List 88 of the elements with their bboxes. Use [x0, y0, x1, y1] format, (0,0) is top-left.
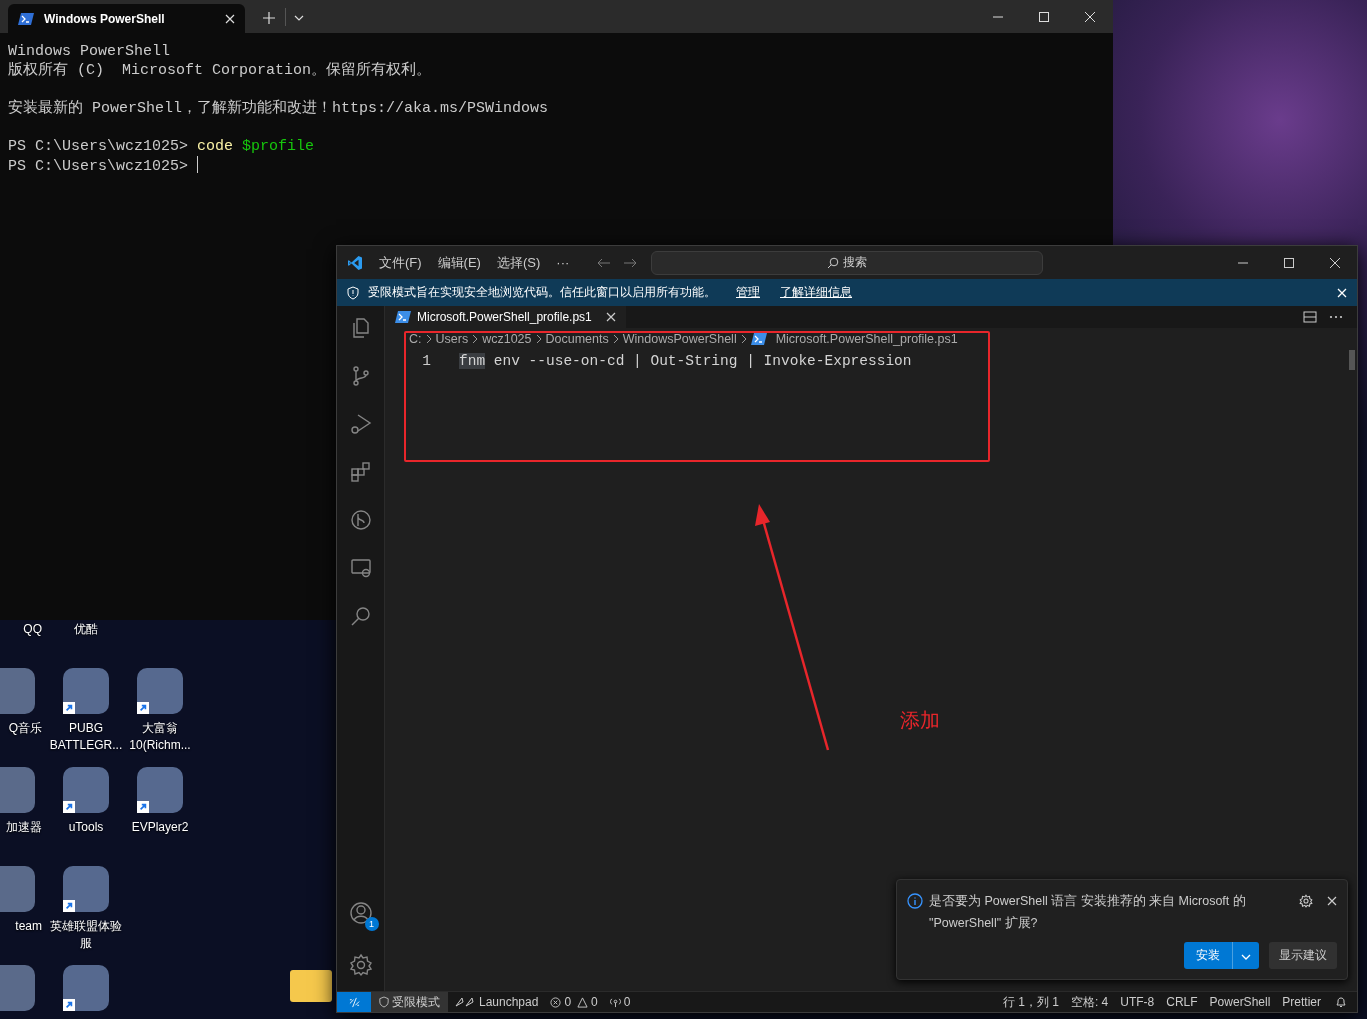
terminal-argument: $profile: [242, 138, 315, 155]
show-recommendations-button[interactable]: 显示建议: [1269, 942, 1337, 969]
status-item[interactable]: 空格: 4: [1064, 993, 1115, 1011]
bell-icon[interactable]: [1335, 996, 1347, 1008]
chevron-right-icon: [612, 334, 619, 344]
status-item[interactable]: CRLF: [1160, 995, 1204, 1009]
blocks-icon[interactable]: [348, 460, 373, 484]
close-icon[interactable]: [1327, 896, 1337, 906]
chevron-down-icon[interactable]: [294, 15, 304, 21]
close-icon[interactable]: [225, 13, 235, 24]
terminal-text: Windows PowerShell: [8, 43, 171, 60]
maximize-icon[interactable]: [1038, 10, 1050, 23]
shield-icon: [347, 285, 359, 300]
banner-link[interactable]: 了解详细信息: [780, 284, 852, 301]
code-line: fnm env --use-on-cd | Out-String | Invoke-Expression: [459, 352, 912, 369]
app-icon[interactable]: [63, 965, 109, 1011]
terminal-command: code: [197, 138, 234, 155]
breadcrumb-item[interactable]: Documents: [545, 332, 609, 346]
remote-icon: [348, 996, 360, 1008]
status-item[interactable]: Prettier: [1276, 995, 1327, 1009]
annotation-label: 添加: [900, 708, 940, 733]
launchpad-status[interactable]: Launchpad: [448, 995, 545, 1009]
menu-item[interactable]: 选择(S): [496, 253, 541, 272]
breadcrumb-item[interactable]: wcz1025: [482, 332, 532, 346]
install-button[interactable]: 安装: [1184, 942, 1232, 969]
app-icon[interactable]: [63, 668, 109, 714]
terminal-text: 版权所有 (C) Microsoft Corporation。保留所有权利。: [8, 62, 432, 79]
chevron-right-icon: [535, 334, 542, 344]
banner-link[interactable]: 管理: [736, 284, 760, 301]
play-bug-icon[interactable]: [348, 412, 373, 436]
chevron-right-icon: [425, 334, 432, 344]
menu-item[interactable]: 编辑(E): [437, 253, 481, 272]
search-field[interactable]: 搜索: [651, 250, 1044, 275]
line-number: 1: [421, 352, 432, 369]
breadcrumb-item[interactable]: C:: [409, 332, 422, 346]
split-editor-icon[interactable]: [1303, 311, 1317, 323]
breadcrumb-item[interactable]: Users: [435, 332, 469, 346]
add-tab-icon[interactable]: [263, 12, 275, 24]
editor-logo-icon: [347, 254, 363, 271]
scrollbar-thumb[interactable]: [1349, 350, 1355, 370]
text-cursor: [197, 156, 199, 173]
notification-message: 是否要为 PowerShell 语言 安装推荐的 来自 Microsoft 的 "PowerShell" 扩展?: [929, 893, 1247, 932]
status-item[interactable]: PowerShell: [1203, 995, 1277, 1009]
powershell-icon: [18, 12, 34, 25]
graph-icon[interactable]: [348, 508, 373, 532]
powershell-file-icon: [750, 333, 767, 345]
terminal-text: 安装最新的 PowerShell，了解新功能和改进！https://aka.ms/PSWindows: [8, 100, 549, 117]
search-icon: [827, 256, 840, 269]
maximize-icon[interactable]: [1283, 256, 1295, 269]
errors-status[interactable]: 0: [544, 995, 578, 1009]
desktop-icon-label[interactable]: 英雄联盟体验服: [46, 918, 126, 952]
chevron-down-icon: [1241, 953, 1251, 960]
menu-item[interactable]: ···: [556, 255, 570, 270]
banner-message: 受限模式旨在实现安全地浏览代码。信任此窗口以启用所有功能。: [368, 284, 716, 301]
monitor-icon[interactable]: [348, 556, 373, 580]
restricted-mode-status[interactable]: 受限模式: [371, 992, 448, 1012]
breadcrumb-item[interactable]: Microsoft.PowerShell_profile.ps1: [775, 332, 958, 346]
back-arrow-icon[interactable]: [597, 257, 612, 268]
app-icon[interactable]: [63, 767, 109, 813]
notification-badge: 1: [364, 917, 379, 931]
ports-status[interactable]: 0: [603, 995, 637, 1009]
settings-icon[interactable]: [348, 953, 373, 977]
chevron-right-icon: [472, 334, 479, 344]
breadcrumb-item[interactable]: WindowsPowerShell: [622, 332, 737, 346]
shield-icon: [379, 996, 389, 1008]
warning-icon: [577, 996, 589, 1008]
close-icon[interactable]: [605, 312, 616, 322]
terminal-text: PS C:\Users\wcz1025>: [8, 158, 190, 175]
terminal-text: PS C:\Users\wcz1025>: [8, 138, 190, 155]
warnings-status[interactable]: 0: [577, 995, 604, 1009]
status-item[interactable]: UTF-8: [1114, 995, 1161, 1009]
terminal-tab[interactable]: Windows PowerShell: [8, 4, 245, 33]
close-icon[interactable]: [1329, 256, 1341, 269]
powershell-file-icon: [395, 311, 411, 323]
error-icon: [550, 996, 562, 1008]
editor-tab[interactable]: Microsoft.PowerShell_profile.ps1: [385, 306, 626, 328]
info-icon: [907, 893, 923, 909]
more-icon[interactable]: [1329, 315, 1343, 319]
forward-arrow-icon[interactable]: [623, 257, 638, 268]
close-icon[interactable]: [1084, 10, 1096, 23]
app-icon[interactable]: [137, 767, 183, 813]
antenna-icon: [609, 996, 621, 1008]
app-icon[interactable]: [137, 668, 183, 714]
app-icon[interactable]: [63, 866, 109, 912]
settings-icon[interactable]: [1299, 894, 1313, 908]
status-item[interactable]: 行 1，列 1: [996, 993, 1065, 1011]
chevron-right-icon: [740, 334, 747, 344]
menu-item[interactable]: 文件(F): [379, 253, 422, 272]
